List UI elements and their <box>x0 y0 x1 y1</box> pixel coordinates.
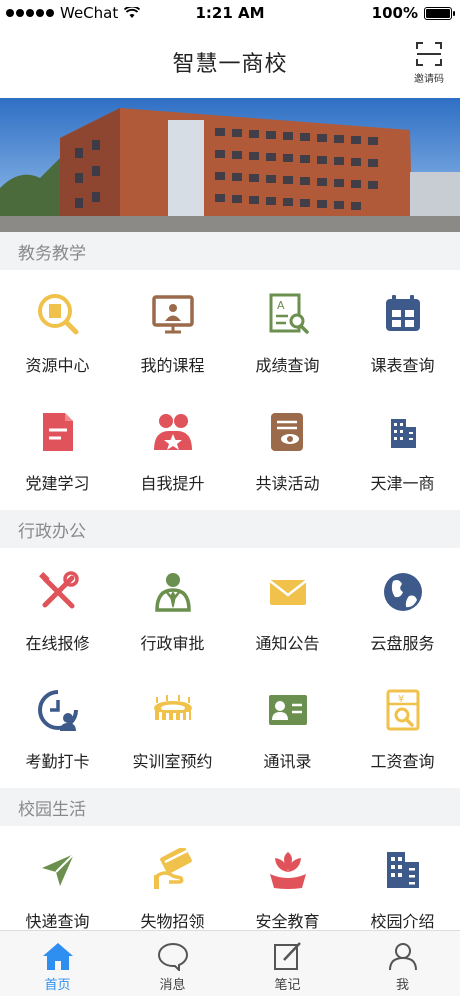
schedule-query-button[interactable]: 课表查询 <box>345 270 460 388</box>
notice-label: 通知公告 <box>255 634 320 653</box>
attendance-icon <box>36 688 80 732</box>
tab-home[interactable]: 首页 <box>0 931 115 996</box>
safety-education-button[interactable]: 安全教育 <box>230 826 345 944</box>
resource-center-label: 资源中心 <box>25 356 90 375</box>
attendance-label: 考勤打卡 <box>25 752 90 771</box>
cloud-disk-icon <box>381 570 425 614</box>
tianjin-school-button[interactable]: 天津一商 <box>345 388 460 506</box>
battery-percent: 100% <box>371 4 418 22</box>
svg-text:¥: ¥ <box>398 694 404 705</box>
lost-found-icon <box>151 848 195 892</box>
nav-bar: 智慧一商校 邀请码 <box>0 26 460 98</box>
tab-notes-label: 笔记 <box>274 978 301 993</box>
self-improve-label: 自我提升 <box>140 474 205 493</box>
safety-education-icon <box>266 848 310 892</box>
section-header-admin: 行政办公 <box>0 510 460 548</box>
express-query-icon <box>36 848 80 892</box>
self-improve-icon <box>151 410 195 454</box>
lab-booking-icon <box>151 688 195 732</box>
repair-button[interactable]: 在线报修 <box>0 548 115 666</box>
my-courses-label: 我的课程 <box>140 356 205 375</box>
bottom-tab-bar: 首页 消息 笔记 我 <box>0 930 460 996</box>
contacts-button[interactable]: 通讯录 <box>230 666 345 784</box>
party-study-button[interactable]: 党建学习 <box>0 388 115 506</box>
tab-home-label: 首页 <box>44 978 71 993</box>
svg-text:A: A <box>277 299 285 312</box>
invite-code-button[interactable]: 邀请码 <box>412 42 446 85</box>
page-title: 智慧一商校 <box>172 52 288 77</box>
campus-intro-icon <box>381 848 425 892</box>
grade-query-icon: A <box>266 292 310 336</box>
lab-booking-label: 实训室预约 <box>132 752 213 771</box>
campus-building-image <box>0 98 460 232</box>
safety-education-label: 安全教育 <box>255 912 320 931</box>
my-courses-button[interactable]: 我的课程 <box>115 270 230 388</box>
contacts-label: 通讯录 <box>263 752 312 771</box>
invite-code-label: 邀请码 <box>414 74 444 85</box>
salary-query-button[interactable]: ¥ 工资查询 <box>345 666 460 784</box>
scan-icon <box>416 42 442 66</box>
attendance-button[interactable]: 考勤打卡 <box>0 666 115 784</box>
campus-banner[interactable] <box>0 98 460 232</box>
party-study-label: 党建学习 <box>25 474 90 493</box>
approval-label: 行政审批 <box>140 634 205 653</box>
express-query-button[interactable]: 快递查询 <box>0 826 115 944</box>
battery-icon <box>424 6 455 20</box>
schedule-query-icon <box>381 292 425 336</box>
tianjin-school-icon <box>381 410 425 454</box>
grade-query-label: 成绩查询 <box>255 356 320 375</box>
admin-grid: 在线报修 行政审批 通知公告 云盘服务 考勤打卡 实训室预约 通讯录 ¥ 工资查… <box>0 548 460 784</box>
campus-life-grid: 快递查询 失物招领 安全教育 校园介绍 <box>0 826 460 944</box>
cloud-disk-button[interactable]: 云盘服务 <box>345 548 460 666</box>
reading-activity-button[interactable]: 共读活动 <box>230 388 345 506</box>
notice-button[interactable]: 通知公告 <box>230 548 345 666</box>
tab-profile[interactable]: 我 <box>345 931 460 996</box>
approval-icon <box>151 570 195 614</box>
tab-notes[interactable]: 笔记 <box>230 931 345 996</box>
contacts-icon <box>266 688 310 732</box>
tab-messages-label: 消息 <box>159 978 186 993</box>
lab-booking-button[interactable]: 实训室预约 <box>115 666 230 784</box>
reading-activity-label: 共读活动 <box>255 474 320 493</box>
approval-button[interactable]: 行政审批 <box>115 548 230 666</box>
party-study-icon <box>36 410 80 454</box>
campus-intro-button[interactable]: 校园介绍 <box>345 826 460 944</box>
cloud-disk-label: 云盘服务 <box>370 634 435 653</box>
tab-messages[interactable]: 消息 <box>115 931 230 996</box>
grade-query-button[interactable]: A 成绩查询 <box>230 270 345 388</box>
schedule-query-label: 课表查询 <box>370 356 435 375</box>
tab-profile-label: 我 <box>395 978 409 993</box>
notice-icon <box>266 570 310 614</box>
note-icon <box>273 942 301 970</box>
express-query-label: 快递查询 <box>25 912 90 931</box>
lost-found-label: 失物招领 <box>140 912 205 931</box>
profile-icon <box>388 943 417 971</box>
section-header-academic: 教务教学 <box>0 232 460 270</box>
section-header-campus-life: 校园生活 <box>0 788 460 826</box>
self-improve-button[interactable]: 自我提升 <box>115 388 230 506</box>
status-bar: WeChat 1:21 AM 100% <box>0 0 460 26</box>
my-courses-icon <box>151 292 195 336</box>
resource-center-icon <box>36 292 80 336</box>
tianjin-school-label: 天津一商 <box>370 474 435 493</box>
salary-query-label: 工资查询 <box>370 752 435 771</box>
salary-query-icon: ¥ <box>381 688 425 732</box>
battery-indicator: 100% <box>371 4 455 22</box>
lost-found-button[interactable]: 失物招领 <box>115 826 230 944</box>
home-icon <box>42 943 73 970</box>
message-icon <box>157 942 188 971</box>
campus-intro-label: 校园介绍 <box>370 912 435 931</box>
resource-center-button[interactable]: 资源中心 <box>0 270 115 388</box>
academic-grid: 资源中心 我的课程 A 成绩查询 课表查询 党建学习 自我提升 共读活动 天津一… <box>0 270 460 506</box>
repair-label: 在线报修 <box>25 634 90 653</box>
repair-icon <box>36 570 80 614</box>
reading-activity-icon <box>266 410 310 454</box>
